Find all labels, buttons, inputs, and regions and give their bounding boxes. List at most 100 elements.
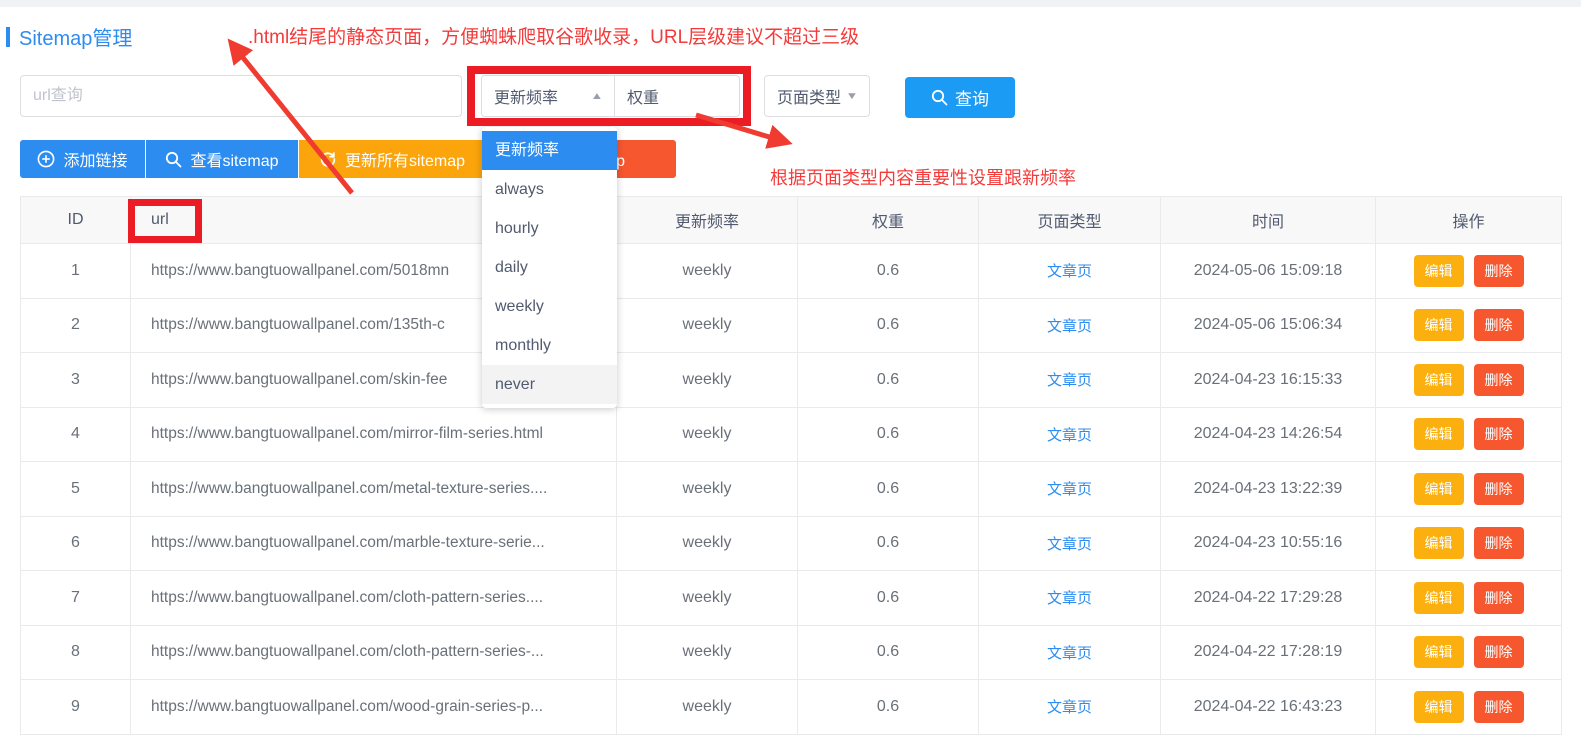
edit-button[interactable]: 编辑 (1414, 364, 1464, 396)
cell-url: https://www.bangtuowallpanel.com/metal-t… (131, 462, 617, 517)
cell-actions: 编辑删除 (1376, 462, 1562, 517)
frequency-select[interactable]: 更新频率 ▲ (481, 75, 615, 117)
cell-weight: 0.6 (798, 516, 979, 571)
cell-time: 2024-05-06 15:09:18 (1161, 244, 1376, 299)
cell-id: 5 (21, 462, 131, 517)
page-type-select[interactable]: 页面类型 ▼ (764, 75, 870, 117)
dropdown-option-hourly[interactable]: hourly (482, 209, 617, 248)
cell-time: 2024-04-23 10:55:16 (1161, 516, 1376, 571)
cell-weight: 0.6 (798, 571, 979, 626)
cell-page-type: 文章页 (979, 353, 1161, 408)
delete-button[interactable]: 删除 (1474, 636, 1524, 668)
cell-time: 2024-04-23 14:26:54 (1161, 407, 1376, 462)
page-type-link[interactable]: 文章页 (1047, 481, 1092, 498)
weight-select[interactable]: 权重 (614, 75, 740, 117)
page-type-link[interactable]: 文章页 (1047, 536, 1092, 553)
cell-page-type: 文章页 (979, 407, 1161, 462)
title-accent-bar (6, 27, 10, 47)
edit-button[interactable]: 编辑 (1414, 527, 1464, 559)
cell-frequency: weekly (617, 407, 798, 462)
page-type-link[interactable]: 文章页 (1047, 699, 1092, 716)
delete-button[interactable]: 删除 (1474, 309, 1524, 341)
cell-id: 6 (21, 516, 131, 571)
cell-frequency: weekly (617, 462, 798, 517)
edit-button[interactable]: 编辑 (1414, 255, 1464, 287)
url-search-input[interactable] (20, 75, 462, 117)
update-all-sitemap-label: 更新所有sitemap (345, 147, 465, 171)
dropdown-option-always[interactable]: always (482, 170, 617, 209)
page-type-link[interactable]: 文章页 (1047, 645, 1092, 662)
sitemap-table-wrap: IDurl更新频率权重页面类型时间操作 1https://www.bangtuo… (20, 196, 1561, 735)
cell-page-type: 文章页 (979, 625, 1161, 680)
cell-actions: 编辑删除 (1376, 407, 1562, 462)
column-header-2: 更新频率 (617, 197, 798, 244)
update-all-sitemap-button[interactable]: 更新所有sitemap (299, 140, 485, 178)
page-type-link[interactable]: 文章页 (1047, 427, 1092, 444)
query-button[interactable]: 查询 (905, 77, 1015, 118)
cell-frequency: weekly (617, 298, 798, 353)
column-header-4: 页面类型 (979, 197, 1161, 244)
weight-select-label: 权重 (627, 84, 659, 108)
cell-actions: 编辑删除 (1376, 516, 1562, 571)
annotation-top-note: .html结尾的静态页面，方便蜘蛛爬取谷歌收录，URL层级建议不超过三级 (248, 22, 859, 49)
dropdown-option-never[interactable]: never (482, 365, 617, 404)
page-header: Sitemap管理 (6, 22, 132, 51)
cell-actions: 编辑删除 (1376, 625, 1562, 680)
cell-id: 1 (21, 244, 131, 299)
page-type-link[interactable]: 文章页 (1047, 590, 1092, 607)
cell-frequency: weekly (617, 353, 798, 408)
delete-button[interactable]: 删除 (1474, 418, 1524, 450)
chevron-down-icon: ▼ (846, 91, 859, 102)
delete-button[interactable]: 删除 (1474, 364, 1524, 396)
table-row: 7https://www.bangtuowallpanel.com/cloth-… (21, 571, 1562, 626)
delete-button[interactable]: 删除 (1474, 691, 1524, 723)
dropdown-option-monthly[interactable]: monthly (482, 326, 617, 365)
cell-time: 2024-04-23 16:15:33 (1161, 353, 1376, 408)
add-link-button[interactable]: 添加链接 (20, 140, 145, 178)
column-header-3: 权重 (798, 197, 979, 244)
view-sitemap-button[interactable]: 查看sitemap (146, 140, 298, 178)
column-header-6: 操作 (1376, 197, 1562, 244)
edit-button[interactable]: 编辑 (1414, 582, 1464, 614)
refresh-icon (319, 150, 337, 168)
cell-weight: 0.6 (798, 353, 979, 408)
cell-weight: 0.6 (798, 298, 979, 353)
cell-frequency: weekly (617, 571, 798, 626)
arrow-to-right-note (696, 115, 786, 142)
delete-button[interactable]: 删除 (1474, 582, 1524, 614)
dropdown-option-weekly[interactable]: weekly (482, 287, 617, 326)
delete-button[interactable]: 删除 (1474, 255, 1524, 287)
page-type-link[interactable]: 文章页 (1047, 318, 1092, 335)
page-type-link[interactable]: 文章页 (1047, 263, 1092, 280)
cell-time: 2024-04-22 17:28:19 (1161, 625, 1376, 680)
add-link-label: 添加链接 (63, 147, 127, 171)
cell-weight: 0.6 (798, 680, 979, 735)
cell-page-type: 文章页 (979, 462, 1161, 517)
table-row: 6https://www.bangtuowallpanel.com/marble… (21, 516, 1562, 571)
cell-id: 9 (21, 680, 131, 735)
cell-url: https://www.bangtuowallpanel.com/cloth-p… (131, 625, 617, 680)
edit-button[interactable]: 编辑 (1414, 691, 1464, 723)
column-header-0: ID (21, 197, 131, 244)
edit-button[interactable]: 编辑 (1414, 473, 1464, 505)
cell-time: 2024-04-23 13:22:39 (1161, 462, 1376, 517)
page-type-link[interactable]: 文章页 (1047, 372, 1092, 389)
cell-actions: 编辑删除 (1376, 298, 1562, 353)
cell-id: 3 (21, 353, 131, 408)
table-row: 8https://www.bangtuowallpanel.com/cloth-… (21, 625, 1562, 680)
delete-button[interactable]: 删除 (1474, 473, 1524, 505)
dropdown-option-更新频率[interactable]: 更新频率 (482, 131, 617, 170)
cell-actions: 编辑删除 (1376, 244, 1562, 299)
edit-button[interactable]: 编辑 (1414, 309, 1464, 341)
delete-button[interactable]: 删除 (1474, 527, 1524, 559)
edit-button[interactable]: 编辑 (1414, 418, 1464, 450)
cell-actions: 编辑删除 (1376, 353, 1562, 408)
table-row: 4https://www.bangtuowallpanel.com/mirror… (21, 407, 1562, 462)
dropdown-option-daily[interactable]: daily (482, 248, 617, 287)
edit-button[interactable]: 编辑 (1414, 636, 1464, 668)
page-title: Sitemap管理 (19, 22, 132, 51)
query-button-label: 查询 (955, 85, 989, 110)
cell-id: 7 (21, 571, 131, 626)
search-icon (931, 89, 948, 106)
cell-weight: 0.6 (798, 244, 979, 299)
